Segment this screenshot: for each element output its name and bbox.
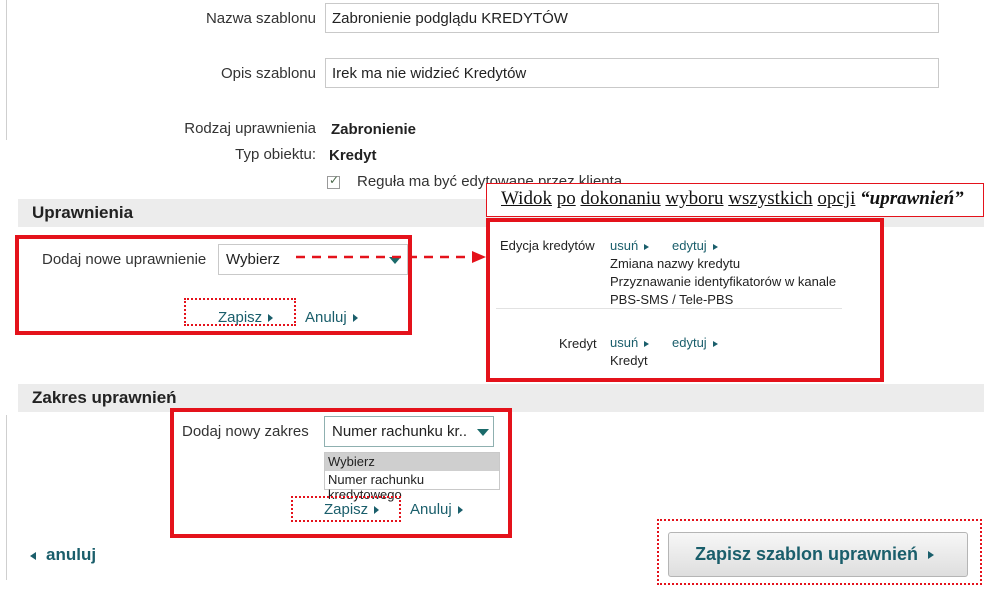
- row-name: Kredyt: [559, 336, 597, 351]
- scope-select-value: Numer rachunku kr..: [332, 423, 468, 440]
- scope-save-label: Zapisz: [324, 501, 369, 518]
- remove-link[interactable]: usuń: [610, 238, 650, 253]
- template-desc-input[interactable]: Irek ma nie widzieć Kredytów: [325, 58, 939, 88]
- caption-word: dokonaniu: [580, 188, 661, 209]
- row-detail: Zmiana nazwy kredytu: [610, 256, 741, 271]
- object-type-label: Typ obiektu:: [235, 146, 316, 163]
- triangle-right-icon: [712, 340, 718, 347]
- remove-link[interactable]: usuń: [610, 335, 650, 350]
- triangle-right-icon: [928, 551, 935, 560]
- scope-dropdown-list: Wybierz Numer rachunku kredytowego: [324, 452, 500, 502]
- permission-save-link[interactable]: Zapisz: [218, 309, 274, 326]
- edit-link[interactable]: edytuj: [672, 335, 718, 350]
- caption-word: Widok: [501, 188, 552, 209]
- triangle-right-icon: [712, 243, 718, 250]
- caption-word: wyboru: [665, 188, 724, 209]
- left-border: [6, 0, 7, 140]
- back-label: anuluj: [46, 545, 97, 564]
- permissions-result-panel: Edycja kredytów usuń edytuj Zmiana nazwy…: [486, 218, 884, 382]
- row-detail: Kredyt: [610, 353, 648, 368]
- add-permission-label: Dodaj nowe uprawnienie: [42, 251, 207, 268]
- scope-section-title: Zakres uprawnień: [32, 388, 177, 407]
- dropdown-option[interactable]: Numer rachunku kredytowego: [325, 471, 499, 502]
- chevron-down-icon[interactable]: [477, 429, 489, 436]
- remove-label: usuń: [610, 335, 639, 350]
- save-template-button[interactable]: Zapisz szablon uprawnień: [668, 532, 968, 577]
- scope-save-link[interactable]: Zapisz: [324, 501, 380, 518]
- permission-cancel-label: Anuluj: [305, 309, 347, 326]
- triangle-right-icon: [352, 314, 358, 323]
- popup-caption: Widok po dokonaniu wyboru wszystkich opc…: [486, 183, 984, 217]
- template-name-label: Nazwa szablonu: [205, 10, 316, 27]
- edit-label: edytuj: [672, 238, 707, 253]
- caption-word: opcji: [817, 188, 856, 209]
- caption-word: wszystkich: [728, 188, 813, 209]
- template-desc-label: Opis szablonu: [220, 65, 316, 82]
- dashed-arrow-icon: [296, 251, 486, 263]
- row-divider: [496, 308, 842, 309]
- caption-word: po: [556, 188, 576, 209]
- triangle-right-icon: [644, 340, 650, 347]
- save-template-label: Zapisz szablon uprawnień: [695, 544, 919, 564]
- remove-label: usuń: [610, 238, 639, 253]
- permissions-section-title: Uprawnienia: [32, 203, 134, 222]
- triangle-right-icon: [457, 506, 463, 515]
- triangle-right-icon: [268, 314, 274, 323]
- dropdown-option[interactable]: Wybierz: [325, 453, 499, 471]
- triangle-right-icon: [374, 506, 380, 515]
- edit-link[interactable]: edytuj: [672, 238, 718, 253]
- back-link[interactable]: anuluj: [30, 545, 96, 565]
- triangle-right-icon: [644, 243, 650, 250]
- scope-cancel-link[interactable]: Anuluj: [410, 501, 463, 518]
- edit-label: edytuj: [672, 335, 707, 350]
- object-type-value: Kredyt: [329, 147, 377, 164]
- caption-emphasis: “uprawnień”: [860, 188, 964, 209]
- add-scope-label: Dodaj nowy zakres: [182, 423, 309, 440]
- scope-select[interactable]: Numer rachunku kr..: [324, 416, 494, 447]
- triangle-left-icon: [30, 551, 36, 560]
- permission-select-value: Wybierz: [226, 251, 281, 268]
- permission-save-label: Zapisz: [218, 309, 263, 326]
- row-detail: PBS-SMS / Tele-PBS: [610, 292, 734, 307]
- template-name-input[interactable]: Zabronienie podglądu KREDYTÓW: [325, 3, 939, 33]
- left-border-lower: [6, 415, 7, 580]
- perm-type-label: Rodzaj uprawnienia: [184, 120, 316, 137]
- perm-type-value: Zabronienie: [331, 121, 417, 138]
- scope-cancel-label: Anuluj: [410, 501, 452, 518]
- permission-cancel-link[interactable]: Anuluj: [305, 309, 358, 326]
- rule-checkbox[interactable]: [327, 173, 340, 189]
- row-name: Edycja kredytów: [500, 238, 595, 253]
- row-detail: Przyznawanie identyfikatorów w kanale: [610, 274, 837, 289]
